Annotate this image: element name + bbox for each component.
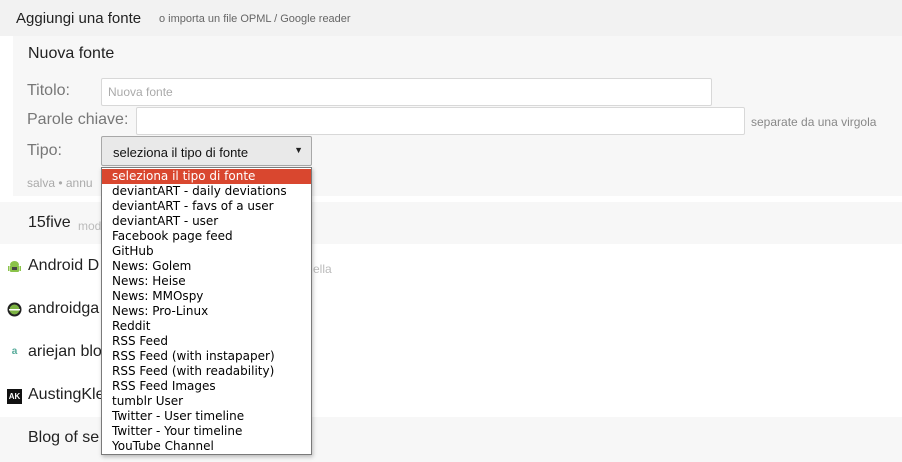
tags-label: Parole chiave: — [27, 111, 129, 128]
dropdown-option[interactable]: deviantART - daily deviations — [102, 184, 311, 199]
dropdown-option[interactable]: News: Pro-Linux — [102, 304, 311, 319]
import-opml-link[interactable]: o importa un file OPML / Google reader — [159, 13, 351, 25]
dropdown-option[interactable]: News: MMOspy — [102, 289, 311, 304]
feed-meta[interactable]: ella — [313, 262, 332, 276]
new-source-title: Nuova fonte — [28, 45, 115, 62]
dropdown-option[interactable]: tumblr User — [102, 394, 311, 409]
type-select[interactable]: seleziona il tipo di fonte ▼ — [101, 136, 312, 166]
dropdown-option[interactable]: deviantART - user — [102, 214, 311, 229]
letter-a-icon: a — [11, 346, 18, 357]
dropdown-option[interactable]: RSS Feed (with readability) — [102, 364, 311, 379]
dropdown-option[interactable]: News: Heise — [102, 274, 311, 289]
tags-hint: separate da una virgola — [751, 115, 877, 129]
feed-name[interactable]: Android D — [28, 257, 99, 275]
dropdown-option[interactable]: GitHub — [102, 244, 311, 259]
type-dropdown-list[interactable]: seleziona il tipo di fonte deviantART - d… — [101, 167, 312, 455]
feed-name[interactable]: Blog of se — [28, 429, 99, 447]
page-title: Aggiungi una fonte — [16, 10, 142, 27]
title-label: Titolo: — [27, 82, 70, 99]
green-circle-icon — [7, 302, 22, 317]
type-select-value: seleziona il tipo di fonte — [113, 145, 249, 160]
dropdown-option[interactable]: Twitter - User timeline — [102, 409, 311, 424]
tags-input[interactable] — [136, 107, 745, 135]
dropdown-option[interactable]: deviantART - favs of a user — [102, 199, 311, 214]
feed-name[interactable]: 15five — [28, 214, 71, 232]
dropdown-option[interactable]: RSS Feed (with instapaper) — [102, 349, 311, 364]
feed-name[interactable]: AustingKle — [28, 386, 105, 404]
feed-name[interactable]: androidga — [28, 300, 99, 318]
dropdown-option[interactable]: RSS Feed Images — [102, 379, 311, 394]
dropdown-option[interactable]: Reddit — [102, 319, 311, 334]
title-input[interactable] — [101, 78, 712, 106]
feed-name[interactable]: ariejan blo — [28, 343, 102, 361]
type-label: Tipo: — [27, 142, 62, 159]
dropdown-option[interactable]: seleziona il tipo di fonte — [102, 169, 311, 184]
android-icon — [7, 260, 22, 275]
dropdown-arrow-icon: ▼ — [294, 145, 303, 155]
dropdown-option[interactable]: YouTube Channel — [102, 439, 311, 454]
dropdown-option[interactable]: Twitter - Your timeline — [102, 424, 311, 439]
dropdown-option[interactable]: Facebook page feed — [102, 229, 311, 244]
save-cancel-links[interactable]: salva • annu — [27, 176, 93, 190]
ak-icon: AK — [7, 389, 22, 404]
dropdown-option[interactable]: RSS Feed — [102, 334, 311, 349]
feed-meta[interactable]: mod — [78, 219, 101, 233]
dropdown-option[interactable]: News: Golem — [102, 259, 311, 274]
